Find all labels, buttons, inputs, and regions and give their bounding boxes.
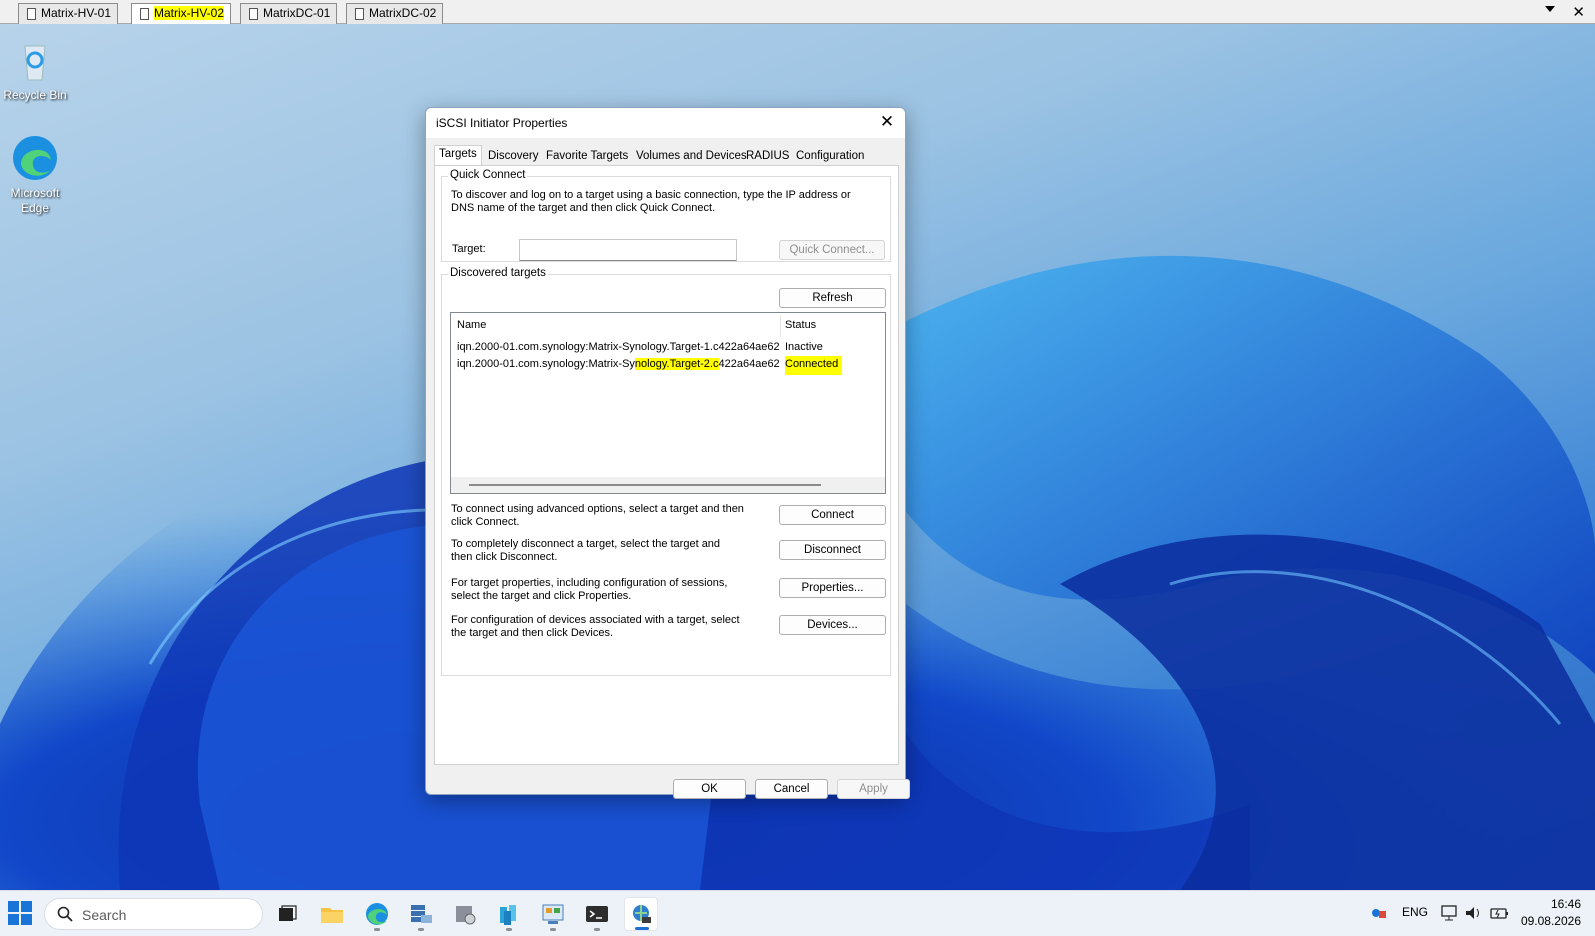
refresh-button[interactable]: Refresh (779, 288, 886, 308)
task-view-icon[interactable] (270, 897, 304, 931)
running-indicator (506, 928, 512, 931)
target-label: Target: (452, 243, 486, 255)
target-name: iqn.2000-01.com.synology:Matrix-Synology… (457, 356, 780, 373)
file-explorer-icon[interactable] (315, 897, 349, 931)
dialog-title: iSCSI Initiator Properties (436, 116, 568, 130)
terminal-icon[interactable] (580, 897, 614, 931)
quick-connect-group: Quick Connect To discover and log on to … (441, 169, 891, 262)
table-row[interactable]: iqn.2000-01.com.synology:Matrix-Synology… (451, 339, 885, 356)
desktop-icon-recycle-bin[interactable]: Recycle Bin (0, 36, 70, 103)
close-icon[interactable]: ✕ (1572, 3, 1585, 21)
quick-connect-button[interactable]: Quick Connect... (779, 240, 885, 260)
target-name-part: iqn.2000-01.com.synology:Matrix-Sy (457, 358, 635, 370)
rdp-tab-matrix-hv-01[interactable]: Matrix-HV-01 (18, 3, 119, 24)
security-icon[interactable] (1371, 905, 1387, 924)
volume-icon[interactable] (1465, 905, 1483, 924)
running-indicator (594, 928, 600, 931)
tab-configuration[interactable]: Configuration (791, 147, 869, 165)
desktop-icon-label: Microsoft Edge (10, 186, 60, 215)
rdp-tab-label: MatrixDC-01 (263, 6, 331, 20)
discovered-targets-group: Discovered targets Refresh Name Status i… (441, 267, 891, 676)
search-icon (57, 906, 73, 922)
disconnect-button[interactable]: Disconnect (779, 540, 886, 560)
column-header-status[interactable]: Status (785, 319, 816, 331)
close-icon[interactable]: ✕ (877, 112, 897, 132)
rdp-tab-label: Matrix-HV-02 (154, 6, 225, 20)
devices-description: For configuration of devices associated … (451, 614, 740, 639)
clock-date: 09.08.2026 (1520, 914, 1581, 928)
running-indicator (374, 928, 380, 931)
server-icon (140, 8, 149, 20)
column-divider (780, 315, 781, 337)
table-row[interactable]: iqn.2000-01.com.synology:Matrix-Synology… (451, 356, 885, 375)
ok-button[interactable]: OK (673, 779, 746, 799)
rdp-tab-label: MatrixDC-02 (369, 6, 437, 20)
quick-connect-label: Quick Connect (448, 169, 528, 181)
rdp-tab-bar: Matrix-HV-01 Matrix-HV-02 MatrixDC-01 Ma… (0, 0, 1595, 25)
disconnect-description: To completely disconnect a target, selec… (451, 538, 721, 563)
network-icon[interactable] (1441, 905, 1459, 924)
edge-icon (11, 134, 59, 182)
edge-icon[interactable] (360, 897, 394, 931)
list-header: Name Status (451, 313, 885, 337)
tab-radius[interactable]: RADIUS (741, 147, 794, 165)
tab-list-dropdown-icon[interactable] (1545, 6, 1555, 12)
rdp-tab-matrixdc-01[interactable]: MatrixDC-01 (240, 3, 338, 24)
rdp-tab-matrixdc-02[interactable]: MatrixDC-02 (346, 3, 444, 24)
apply-button[interactable]: Apply (837, 779, 910, 799)
server-manager-icon[interactable] (404, 897, 438, 931)
cancel-button[interactable]: Cancel (755, 779, 828, 799)
server-icon (249, 8, 258, 20)
running-indicator (418, 928, 424, 931)
quick-connect-description: To discover and log on to a target using… (451, 189, 851, 214)
target-status: Inactive (785, 341, 823, 353)
running-indicator (635, 927, 649, 930)
tab-discovery[interactable]: Discovery (483, 147, 543, 165)
target-input[interactable] (519, 239, 737, 261)
targets-list[interactable]: Name Status iqn.2000-01.com.synology:Mat… (450, 312, 886, 494)
clock-time: 16:46 (1550, 897, 1581, 911)
failover-cluster-icon[interactable] (492, 897, 526, 931)
tab-volumes-and-devices[interactable]: Volumes and Devices (631, 147, 752, 165)
dialog-titlebar: iSCSI Initiator Properties ✕ (426, 108, 905, 138)
taskbar: Search ENG 16:46 09.08.2026 (0, 890, 1595, 936)
properties-button[interactable]: Properties... (779, 578, 886, 598)
target-name-highlight: nology.Target-2.c (634, 358, 719, 370)
running-indicator (550, 928, 556, 931)
rdp-tab-label: Matrix-HV-01 (41, 6, 112, 20)
target-name: iqn.2000-01.com.synology:Matrix-Synology… (457, 341, 780, 353)
target-status: Connected (785, 356, 843, 375)
battery-icon[interactable] (1490, 905, 1510, 924)
scrollbar-thumb[interactable] (469, 484, 821, 486)
devices-button[interactable]: Devices... (779, 615, 886, 635)
iscsi-initiator-dialog: iSCSI Initiator Properties ✕ Targets Dis… (425, 107, 910, 799)
rdp-tab-matrix-hv-02[interactable]: Matrix-HV-02 (131, 3, 232, 25)
column-header-name[interactable]: Name (457, 319, 486, 331)
desktop-icon-label: Recycle Bin (3, 88, 67, 102)
desktop-icon-edge[interactable]: Microsoft Edge (0, 134, 70, 216)
windows-start-icon[interactable] (8, 901, 32, 925)
iscsi-initiator-icon[interactable] (624, 897, 658, 931)
server-icon (27, 8, 36, 20)
properties-description: For target properties, including configu… (451, 577, 728, 602)
taskbar-search[interactable]: Search (44, 898, 263, 930)
input-language[interactable]: ENG (1402, 905, 1428, 919)
hyper-v-manager-icon[interactable] (448, 897, 482, 931)
horizontal-scrollbar[interactable] (451, 477, 885, 493)
system-clock[interactable]: 16:46 09.08.2026 (1521, 896, 1581, 930)
targets-tab-pane: Quick Connect To discover and log on to … (434, 165, 899, 765)
target-name-part: 422a64ae62 (718, 358, 780, 370)
connect-description: To connect using advanced options, selec… (451, 503, 744, 528)
discovered-targets-label: Discovered targets (448, 267, 548, 279)
connect-button[interactable]: Connect (779, 505, 886, 525)
server-icon (355, 8, 364, 20)
search-placeholder: Search (82, 907, 127, 923)
control-panel-icon[interactable] (536, 897, 570, 931)
tab-favorite-targets[interactable]: Favorite Targets (541, 147, 633, 165)
recycle-bin-icon (11, 36, 59, 84)
tab-targets[interactable]: Targets (434, 145, 482, 166)
